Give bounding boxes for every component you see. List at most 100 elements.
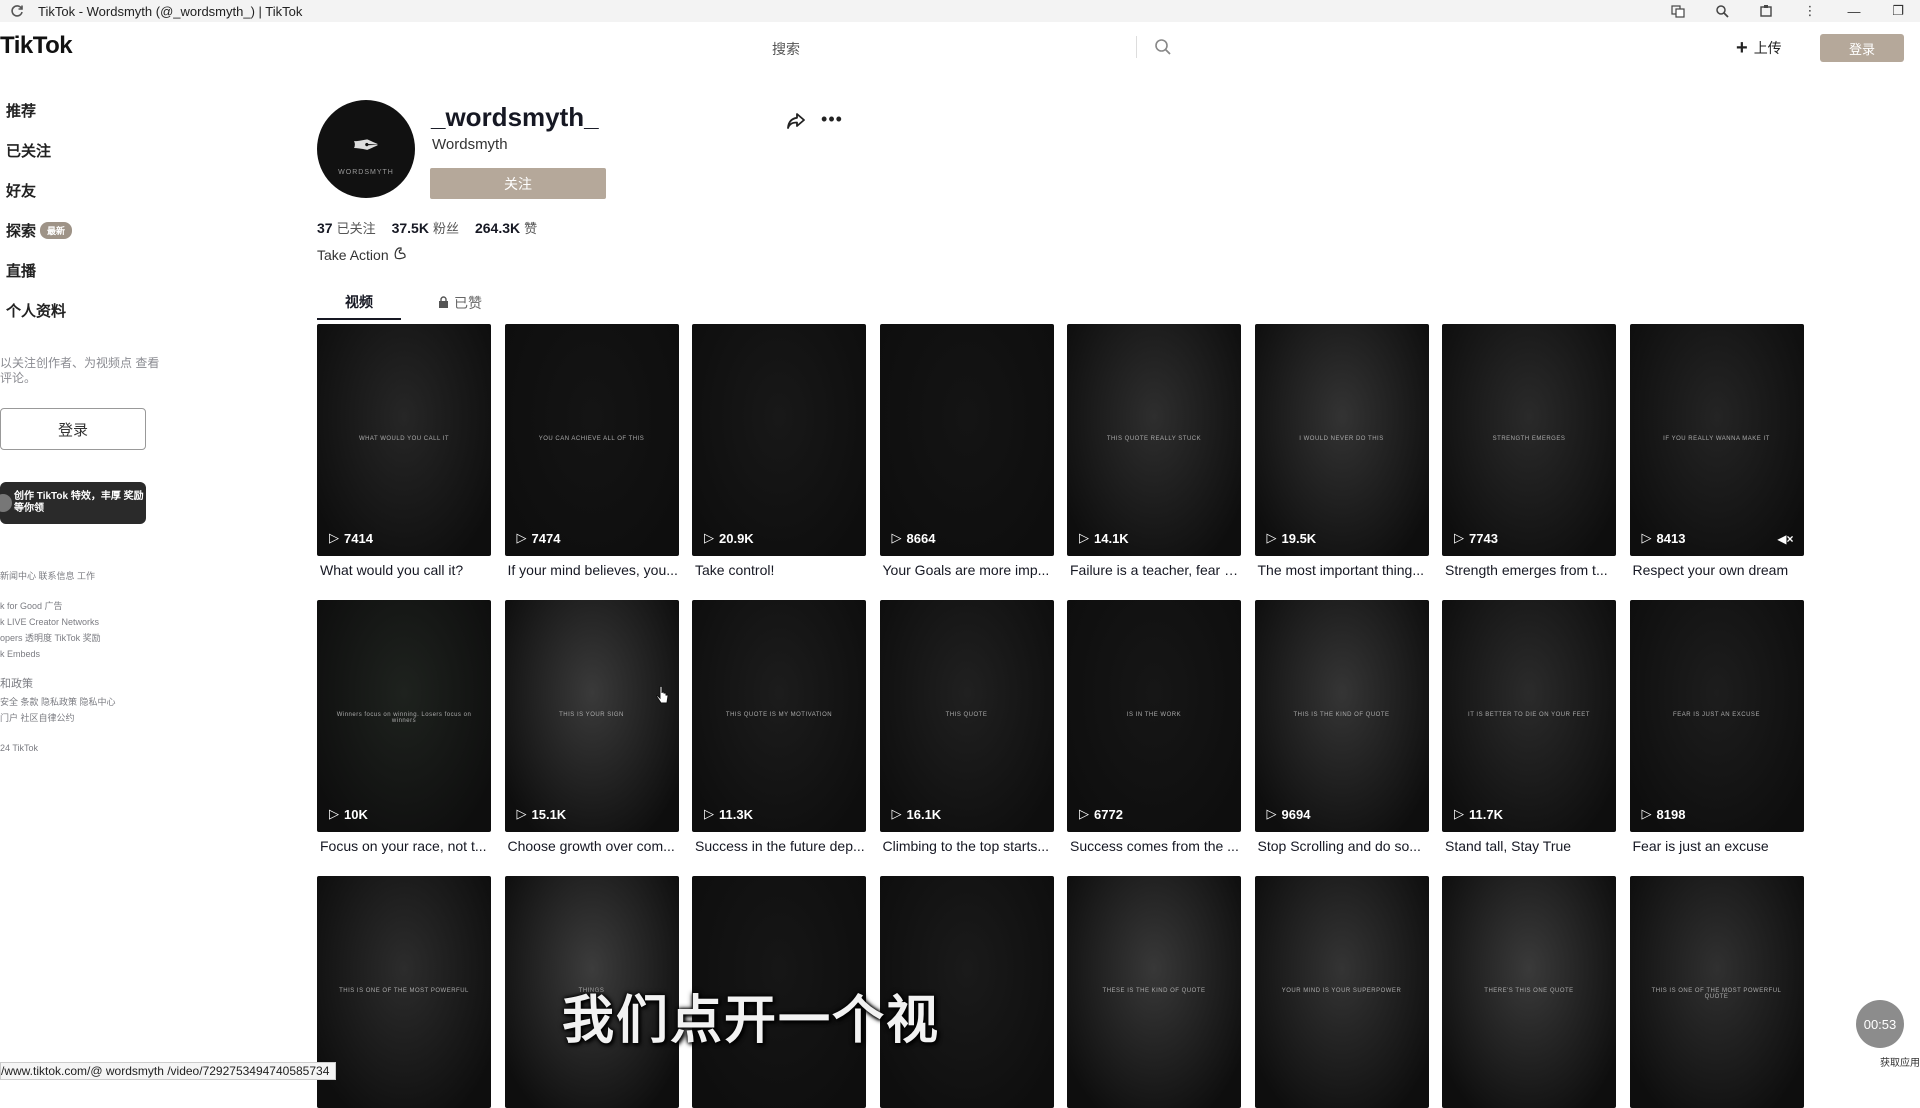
video-card[interactable]: ▷ 20.9K Take control! [692, 324, 866, 578]
translate-icon[interactable] [1656, 0, 1700, 22]
video-thumbnail[interactable]: I WOULD NEVER DO THIS ▷ 19.5K [1254, 324, 1429, 556]
video-thumbnail[interactable]: THIS QUOTE IS MY MOTIVATION ▷ 11.3K [692, 600, 866, 832]
video-thumbnail[interactable]: THERE'S THIS ONE QUOTE [1442, 876, 1616, 1108]
footer-link[interactable]: 安全 条款 隐私政策 隐私中心 [0, 694, 160, 710]
video-thumbnail[interactable]: THIS IS ONE OF THE MOST POWERFUL [317, 876, 491, 1108]
reload-icon[interactable] [6, 0, 28, 22]
thumbnail-overlay-text: THIS IS THE KIND OF QUOTE [1293, 712, 1390, 718]
upload-button[interactable]: + 上传 [1736, 32, 1782, 64]
video-card[interactable]: ▷ 8664 Your Goals are more imp... [879, 324, 1054, 578]
video-card[interactable]: THIS IS YOUR SIGN ▷ 15.1K Choose growth ove… [504, 600, 679, 854]
sidebar-item-friends[interactable]: 好友 [0, 170, 160, 210]
video-caption[interactable]: Your Goals are more imp... [880, 562, 1054, 578]
video-thumbnail[interactable]: ▷ 20.9K [692, 324, 866, 556]
video-caption[interactable]: Respect your own dream [1630, 562, 1804, 578]
likes-stat: 264.3K 赞 [475, 218, 537, 237]
video-thumbnail[interactable]: YOU CAN ACHIEVE ALL OF THIS ▷ 7474 [504, 324, 679, 556]
footer-link[interactable]: 新闻中心 联系信息 工作 [0, 568, 160, 584]
sidebar-item-foryou[interactable]: 推荐 [0, 90, 160, 130]
footer-link[interactable]: k Embeds [0, 646, 160, 662]
thumbnail-overlay-text: YOUR MIND IS YOUR SUPERPOWER [1281, 988, 1402, 994]
video-thumbnail[interactable]: THIS IS THE KIND OF QUOTE ▷ 9694 [1254, 600, 1429, 832]
video-caption[interactable]: If your mind believes, you... [505, 562, 679, 578]
video-card[interactable]: STRENGTH EMERGES ▷ 7743 Strength emerges fr… [1442, 324, 1616, 578]
video-caption[interactable]: Failure is a teacher, fear o... [1067, 562, 1241, 578]
video-caption[interactable]: Stand tall, Stay True [1442, 838, 1616, 854]
video-caption[interactable]: Success comes from the ... [1067, 838, 1241, 854]
video-thumbnail[interactable]: FEAR IS JUST AN EXCUSE ▷ 8198 [1629, 600, 1804, 832]
share-icon[interactable] [783, 108, 809, 134]
video-card[interactable]: THESE IS THE KIND OF QUOTE [1067, 876, 1241, 1108]
sidebar-item-profile[interactable]: 个人资料 [0, 290, 160, 330]
video-card[interactable]: THIS IS ONE OF THE MOST POWERFUL QUOTE [1629, 876, 1804, 1108]
video-card[interactable]: THIS IS THE KIND OF QUOTE ▷ 9694 Stop Scrol… [1254, 600, 1429, 854]
video-card[interactable]: THIS QUOTE ▷ 16.1K Climbing to the top star… [879, 600, 1054, 854]
video-card[interactable]: Winners focus on winning. Losers focus o… [317, 600, 491, 854]
video-thumbnail[interactable]: YOUR MIND IS YOUR SUPERPOWER [1254, 876, 1429, 1108]
video-caption[interactable]: Climbing to the top starts... [880, 838, 1054, 854]
video-card[interactable]: I WOULD NEVER DO THIS ▷ 19.5K The most impo… [1254, 324, 1429, 578]
minimize-button[interactable]: — [1832, 0, 1876, 22]
footer-link[interactable]: 门户 社区自律公约 [0, 710, 160, 726]
video-caption[interactable]: Choose growth over com... [505, 838, 679, 854]
video-card[interactable]: IF YOU REALLY WANNA MAKE IT ▷ 8413 ◀× Respec… [1629, 324, 1804, 578]
sidebar-item-explore[interactable]: 探索 最新 [0, 210, 160, 250]
video-thumbnail[interactable]: IT IS BETTER TO DIE ON YOUR FEET ▷ 11.7K [1442, 600, 1616, 832]
video-thumbnail[interactable]: Winners focus on winning. Losers focus o… [317, 600, 491, 832]
video-thumbnail[interactable]: THESE IS THE KIND OF QUOTE [1067, 876, 1241, 1108]
following-stat[interactable]: 37 已关注 [317, 218, 376, 237]
follow-button[interactable]: 关注 [430, 168, 606, 199]
video-card[interactable]: WHAT WOULD YOU CALL IT ▷ 7414 What would yo… [317, 324, 491, 578]
video-caption[interactable]: Take control! [692, 562, 866, 578]
search-bar[interactable]: 搜索 [640, 30, 1171, 64]
browser-menu-icon[interactable]: ⋮ [1788, 0, 1832, 22]
video-thumbnail[interactable]: WHAT WOULD YOU CALL IT ▷ 7414 [317, 324, 491, 556]
footer-link[interactable]: k for Good 广告 [0, 598, 160, 614]
video-caption[interactable]: Success in the future dep... [692, 838, 866, 854]
video-card[interactable]: YOUR MIND IS YOUR SUPERPOWER [1254, 876, 1429, 1108]
search-input[interactable]: 搜索 [772, 39, 800, 59]
video-caption[interactable]: Focus on your race, not t... [317, 838, 491, 854]
video-card[interactable]: THIS IS ONE OF THE MOST POWERFUL [317, 876, 491, 1108]
video-thumbnail[interactable]: THIS IS YOUR SIGN ▷ 15.1K [504, 600, 679, 832]
tiktok-logo[interactable]: TikTok [0, 32, 73, 60]
video-card[interactable]: THIS QUOTE IS MY MOTIVATION ▷ 11.3K Success… [692, 600, 866, 854]
video-caption[interactable]: What would you call it? [317, 562, 491, 578]
avatar[interactable]: ✒ WORDSMYTH [317, 100, 415, 198]
video-thumbnail[interactable]: STRENGTH EMERGES ▷ 7743 [1442, 324, 1616, 556]
video-thumbnail[interactable]: IF YOU REALLY WANNA MAKE IT ▷ 8413 ◀× [1629, 324, 1804, 556]
get-app-link[interactable]: 获取应用 [1880, 1054, 1920, 1069]
search-icon[interactable] [1146, 30, 1180, 64]
restore-button[interactable]: ❐ [1876, 0, 1920, 22]
sidebar-login-button[interactable]: 登录 [0, 408, 146, 450]
zoom-icon[interactable] [1700, 0, 1744, 22]
video-card[interactable]: IS IN THE WORK ▷ 6772 Success comes from th… [1067, 600, 1241, 854]
muted-icon[interactable]: ◀× [1777, 532, 1793, 546]
video-caption[interactable]: Fear is just an excuse [1630, 838, 1804, 854]
video-thumbnail[interactable]: ▷ 8664 [879, 324, 1054, 556]
video-card[interactable]: YOU CAN ACHIEVE ALL OF THIS ▷ 7474 If your … [504, 324, 679, 578]
video-card[interactable]: IT IS BETTER TO DIE ON YOUR FEET ▷ 11.7K St… [1442, 600, 1616, 854]
video-card[interactable]: FEAR IS JUST AN EXCUSE ▷ 8198 Fear is just … [1629, 600, 1804, 854]
footer-link[interactable]: k LIVE Creator Networks [0, 614, 160, 630]
sidebar-item-live[interactable]: 直播 [0, 250, 160, 290]
more-icon[interactable]: ••• [819, 106, 845, 132]
video-card[interactable]: THERE'S THIS ONE QUOTE [1442, 876, 1616, 1108]
video-thumbnail[interactable]: THIS QUOTE REALLY STUCK ▷ 14.1K [1067, 324, 1241, 556]
video-card[interactable]: THIS QUOTE REALLY STUCK ▷ 14.1K Failure is … [1067, 324, 1241, 578]
profile-stats: 37 已关注 37.5K 粉丝 264.3K 赞 [317, 218, 537, 237]
sidebar-item-following[interactable]: 已关注 [0, 130, 160, 170]
video-thumbnail[interactable]: THIS QUOTE ▷ 16.1K [879, 600, 1054, 832]
video-caption[interactable]: The most important thing... [1255, 562, 1429, 578]
video-caption[interactable]: Stop Scrolling and do so... [1255, 838, 1429, 854]
tab-videos[interactable]: 视频 [317, 288, 401, 320]
effects-promo-card[interactable]: 创作 TikTok 特效，丰厚 奖励等你领 [0, 482, 146, 524]
video-thumbnail[interactable]: IS IN THE WORK ▷ 6772 [1067, 600, 1241, 832]
footer-link[interactable]: opers 透明度 TikTok 奖励 [0, 630, 160, 646]
video-caption[interactable]: Strength emerges from t... [1442, 562, 1616, 578]
video-thumbnail[interactable]: THIS IS ONE OF THE MOST POWERFUL QUOTE [1629, 876, 1804, 1108]
followers-stat[interactable]: 37.5K 粉丝 [392, 218, 459, 237]
tab-liked[interactable]: 已赞 [425, 288, 495, 318]
header-login-button[interactable]: 登录 [1820, 34, 1904, 62]
extensions-icon[interactable] [1744, 0, 1788, 22]
